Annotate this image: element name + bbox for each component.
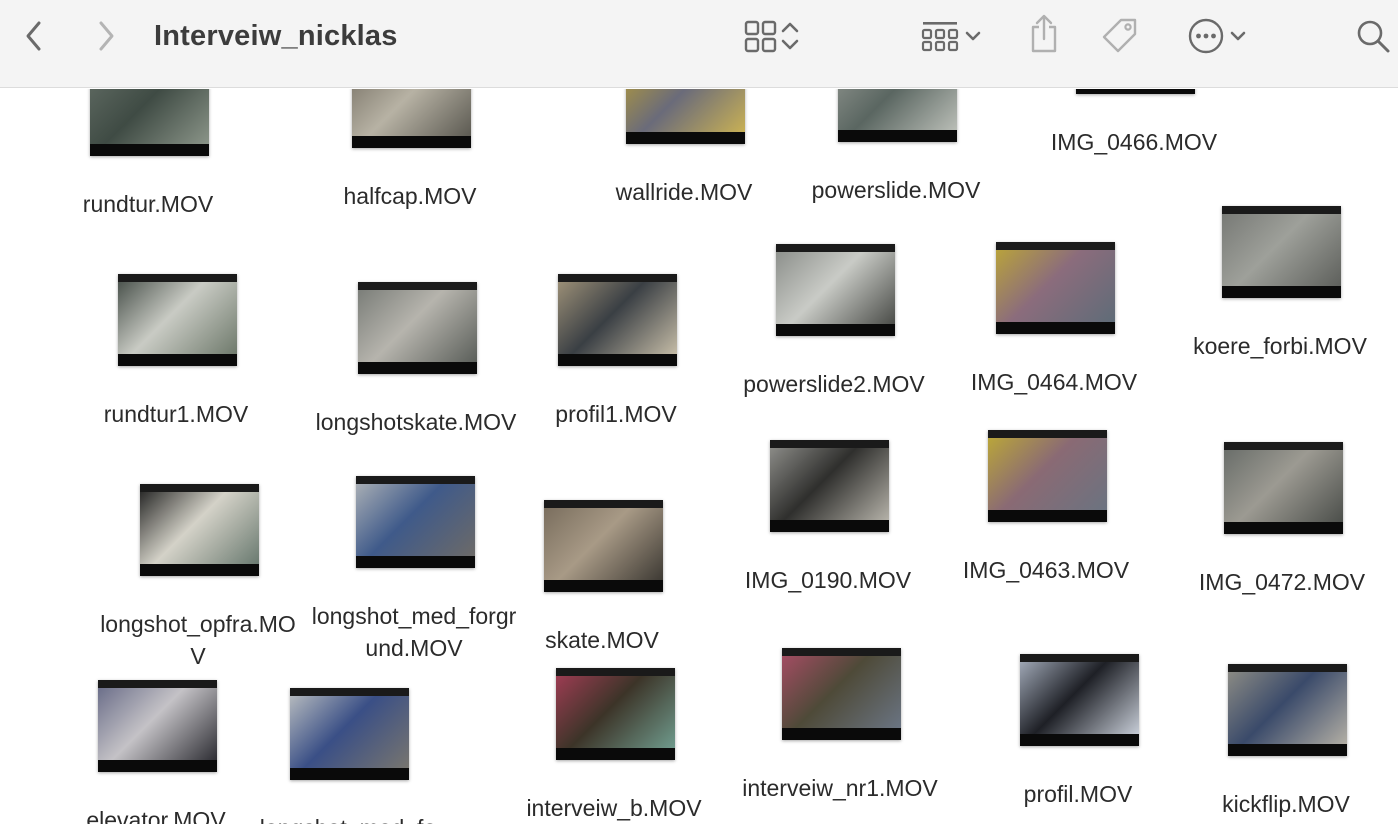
video-thumbnail[interactable] <box>988 430 1107 522</box>
file-name-label[interactable]: kickflip.MOV <box>1176 788 1396 820</box>
video-thumbnail[interactable] <box>98 680 217 772</box>
video-thumbnail[interactable] <box>90 89 209 156</box>
file-name-label[interactable]: longshot_opfra.MOV <box>96 608 300 672</box>
file-name-label[interactable]: koere_forbi.MOV <box>1170 330 1390 362</box>
tag-icon[interactable] <box>1098 14 1142 58</box>
video-thumbnail[interactable] <box>1020 654 1139 746</box>
video-thumbnail[interactable] <box>1228 664 1347 756</box>
up-down-chevron-icon <box>778 18 802 54</box>
chevron-left-icon[interactable] <box>20 18 48 54</box>
file-name-label[interactable]: IMG_0190.MOV <box>718 564 938 596</box>
chevron-down-icon <box>961 18 985 54</box>
file-name-label[interactable]: interveiw_nr1.MOV <box>742 772 938 804</box>
video-thumbnail[interactable] <box>770 440 889 532</box>
file-name-label[interactable]: longshot_med_forgrund.MOV <box>311 600 517 664</box>
file-name-label[interactable]: halfcap.MOV <box>300 180 520 212</box>
file-name-label[interactable]: longshotskate.MOV <box>311 406 521 438</box>
file-name-label[interactable]: powerslide2.MOV <box>724 368 944 400</box>
video-thumbnail[interactable] <box>140 484 259 576</box>
file-name-label[interactable]: longshot_med_fo <box>238 812 458 824</box>
video-thumbnail[interactable] <box>782 648 901 740</box>
video-thumbnail[interactable] <box>118 274 237 366</box>
file-name-label[interactable]: rundtur1.MOV <box>66 398 286 430</box>
video-thumbnail[interactable] <box>626 89 745 144</box>
file-name-label[interactable]: skate.MOV <box>492 624 712 656</box>
file-name-label[interactable]: wallride.MOV <box>574 176 794 208</box>
file-name-label[interactable]: interveiw_b.MOV <box>504 792 724 824</box>
video-thumbnail[interactable] <box>996 242 1115 334</box>
file-name-label[interactable]: profil1.MOV <box>506 398 726 430</box>
video-thumbnail[interactable] <box>776 244 895 336</box>
chevron-right-icon[interactable] <box>92 18 120 54</box>
ellipsis-circle-icon <box>1186 16 1226 56</box>
video-thumbnail[interactable] <box>544 500 663 592</box>
video-thumbnail[interactable] <box>1076 89 1195 94</box>
window-title: Interveiw_nicklas <box>154 20 398 52</box>
video-thumbnail[interactable] <box>838 89 957 142</box>
file-name-label[interactable]: IMG_0466.MOV <box>1024 126 1244 158</box>
file-name-label[interactable]: IMG_0463.MOV <box>936 554 1156 586</box>
file-name-label[interactable]: elevator.MOV <box>46 804 266 824</box>
file-icon-grid: rundtur.MOV halfcap.MOV wallride.MOV powers… <box>0 89 1398 824</box>
more-actions-button[interactable] <box>1180 16 1256 56</box>
video-thumbnail[interactable] <box>352 89 471 148</box>
file-name-label[interactable]: IMG_0464.MOV <box>944 366 1164 398</box>
search-icon[interactable] <box>1352 14 1394 58</box>
group-grid-icon <box>919 18 961 54</box>
video-thumbnail[interactable] <box>556 668 675 760</box>
chevron-down-icon <box>1226 18 1250 54</box>
video-thumbnail[interactable] <box>558 274 677 366</box>
share-icon[interactable] <box>1022 12 1066 56</box>
file-name-label[interactable]: IMG_0472.MOV <box>1172 566 1392 598</box>
file-name-label[interactable]: powerslide.MOV <box>786 174 1006 206</box>
video-thumbnail[interactable] <box>1224 442 1343 534</box>
view-mode-button[interactable] <box>736 16 808 56</box>
file-name-label[interactable]: rundtur.MOV <box>38 188 258 220</box>
video-thumbnail[interactable] <box>358 282 477 374</box>
finder-toolbar: Interveiw_nicklas <box>0 0 1398 88</box>
file-name-label[interactable]: profil.MOV <box>968 778 1188 810</box>
group-button[interactable] <box>912 16 992 56</box>
video-thumbnail[interactable] <box>290 688 409 780</box>
video-thumbnail[interactable] <box>1222 206 1341 298</box>
video-thumbnail[interactable] <box>356 476 475 568</box>
grid-view-icon <box>742 18 778 54</box>
